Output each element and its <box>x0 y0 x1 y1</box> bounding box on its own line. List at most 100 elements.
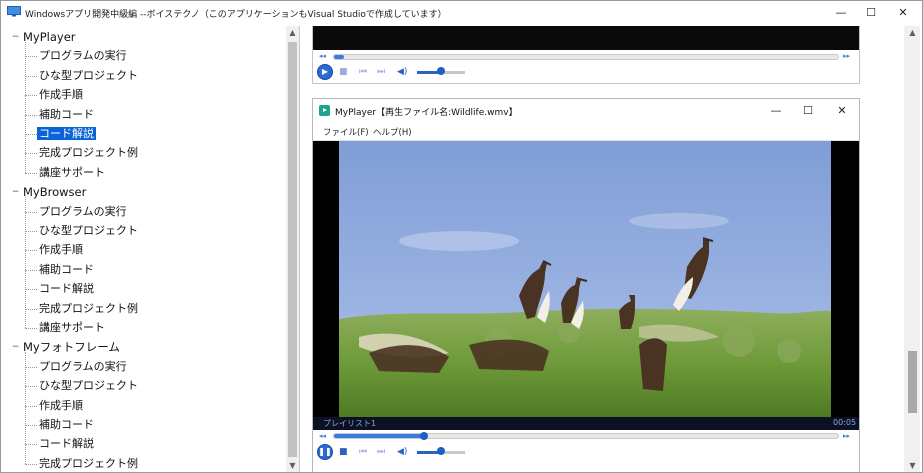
title-bar: Windowsアプリ開発中級編 --ボイステクノ（このアプリケーションもVisu… <box>1 1 922 25</box>
pause-icon: ❚❚ <box>318 447 332 456</box>
player-minimize-button[interactable]: — <box>759 99 793 123</box>
tree-item[interactable]: ひな型プロジェクト <box>39 378 138 394</box>
menu-help[interactable]: ヘルプ(H) <box>373 126 412 138</box>
tree-connector <box>25 463 37 465</box>
tree-item-label: プログラムの実行 <box>39 49 127 63</box>
tree-item[interactable]: 完成プロジェクト例 <box>39 301 138 317</box>
seek-bar[interactable] <box>333 54 839 60</box>
tree-item[interactable]: 補助コード <box>39 107 94 123</box>
tree-item-label: コード解説 <box>39 437 94 451</box>
tree-connector <box>25 308 37 310</box>
player-maximize-button[interactable]: ☐ <box>791 99 825 123</box>
player-window: MyPlayer【再生ファイル名:Wildlife.wmv】 — ☐ ✕ ファイ… <box>312 98 860 472</box>
tree-item-label: 補助コード <box>39 107 94 121</box>
player-title: MyPlayer【再生ファイル名:Wildlife.wmv】 <box>335 108 518 118</box>
play-pause-button[interactable]: ▶ <box>317 64 333 80</box>
tree-connector <box>25 386 37 388</box>
tree-item[interactable]: 作成手順 <box>39 242 83 258</box>
fast-forward-icon[interactable]: ▸▸ <box>843 50 850 62</box>
tree-connector <box>25 42 26 173</box>
skip-previous-icon[interactable]: ⏮ <box>359 446 367 458</box>
tree-item[interactable]: 講座サポート <box>39 165 105 181</box>
tree-item-label: 補助コード <box>39 262 94 276</box>
monitor-icon <box>7 6 21 17</box>
tree-connector <box>25 352 26 464</box>
tree-connector <box>25 153 37 155</box>
tree-item-label: 作成手順 <box>39 243 83 257</box>
tree-connector <box>25 172 37 174</box>
close-button[interactable]: ✕ <box>885 1 921 25</box>
tree-group[interactable]: Myフォトフレーム <box>23 339 120 355</box>
tree-connector <box>25 95 37 97</box>
tree-item-label: 作成手順 <box>39 88 83 102</box>
menu-file[interactable]: ファイル(F) <box>323 126 369 138</box>
tree-item[interactable]: コード解説 <box>39 436 94 452</box>
tree-item[interactable]: コード解説 <box>39 281 94 297</box>
tree-connector <box>25 328 37 329</box>
tree-item[interactable]: プログラムの実行 <box>39 48 127 64</box>
seek-bar[interactable] <box>333 433 839 439</box>
rewind-icon[interactable]: ◂◂ <box>319 50 326 62</box>
speaker-icon[interactable]: ◀) <box>397 66 407 78</box>
tree-item[interactable]: 作成手順 <box>39 398 83 414</box>
scroll-up-arrow-icon[interactable]: ▲ <box>286 26 299 40</box>
scroll-up-arrow-icon[interactable]: ▲ <box>906 26 919 40</box>
volume-knob[interactable] <box>437 447 445 455</box>
tree-scroll-thumb[interactable] <box>288 42 297 457</box>
skip-next-icon[interactable]: ⏭ <box>377 446 385 458</box>
tree-item[interactable]: 完成プロジェクト例 <box>39 456 138 472</box>
video-area[interactable] <box>313 141 859 417</box>
tree-connector <box>25 197 26 328</box>
tree-item[interactable]: 補助コード <box>39 262 94 278</box>
tree-expander-icon[interactable]: − <box>11 343 20 352</box>
tree-expander-icon[interactable]: − <box>11 188 20 197</box>
seek-knob[interactable] <box>419 432 428 440</box>
tree-item[interactable]: 補助コード <box>39 417 94 433</box>
tree-connector <box>25 56 37 58</box>
skip-next-icon[interactable]: ⏭ <box>377 66 385 78</box>
tree-item[interactable]: プログラムの実行 <box>39 359 127 375</box>
tree-item[interactable]: 講座サポート <box>39 320 105 336</box>
tree-item-label: コード解説 <box>39 282 94 296</box>
tree-item-label: 講座サポート <box>39 321 105 334</box>
tree-expander-icon[interactable]: − <box>11 33 20 42</box>
tree-scrollbar[interactable]: ▲ ▼ <box>286 26 299 472</box>
tree-item[interactable]: ひな型プロジェクト <box>39 223 138 239</box>
player-controls: ◂◂ ▸▸ ❚❚ ■ ⏮ ⏭ ◀) <box>313 430 859 472</box>
tree-item-label: コード解説 <box>37 127 96 140</box>
fast-forward-icon[interactable]: ▸▸ <box>843 430 850 442</box>
scroll-down-arrow-icon[interactable]: ▼ <box>906 459 919 472</box>
tree-item[interactable]: プログラムの実行 <box>39 204 127 220</box>
tree-connector <box>25 211 37 213</box>
chapter-tree[interactable]: ▲ ▼ − MyPlayer プログラムの実行 ひな型プロジェクト 作成手順 補助コードコ… <box>1 26 300 472</box>
scroll-down-arrow-icon[interactable]: ▼ <box>286 459 299 472</box>
tree-connector <box>25 444 37 446</box>
volume-knob[interactable] <box>437 67 445 75</box>
player-close-button[interactable]: ✕ <box>825 99 859 123</box>
rewind-icon[interactable]: ◂◂ <box>319 430 326 442</box>
tree-item[interactable]: ひな型プロジェクト <box>39 68 138 84</box>
skip-previous-icon[interactable]: ⏮ <box>359 66 367 78</box>
video-area <box>313 26 859 50</box>
stop-icon[interactable]: ■ <box>339 66 348 78</box>
tree-group[interactable]: MyBrowser <box>23 184 86 200</box>
content-scrollbar[interactable]: ▲ ▼ <box>904 26 920 472</box>
playlist-status-bar: プレイリスト1 00:05 <box>313 417 859 430</box>
tree-item-label: プログラムの実行 <box>39 204 127 218</box>
player-title-bar: MyPlayer【再生ファイル名:Wildlife.wmv】 — ☐ ✕ <box>313 99 859 123</box>
maximize-button[interactable]: ☐ <box>853 1 889 25</box>
tree-connector <box>25 75 37 77</box>
tree-group[interactable]: MyPlayer <box>23 29 76 45</box>
play-pause-button[interactable]: ❚❚ <box>317 444 333 460</box>
tree-connector <box>25 231 37 232</box>
stop-icon[interactable]: ■ <box>339 446 348 458</box>
speaker-icon[interactable]: ◀) <box>397 446 407 458</box>
tree-item-label: 完成プロジェクト例 <box>39 146 138 160</box>
tree-item[interactable]: 完成プロジェクト例 <box>39 145 138 161</box>
tree-item[interactable]: コード解説 <box>37 126 96 142</box>
tree-item[interactable]: 作成手順 <box>39 87 83 103</box>
content-scroll-thumb[interactable] <box>908 351 917 413</box>
tree-item-label: ひな型プロジェクト <box>39 224 138 237</box>
window-title: Windowsアプリ開発中級編 --ボイステクノ（このアプリケーションもVisu… <box>25 10 447 20</box>
tree-connector <box>25 250 37 252</box>
